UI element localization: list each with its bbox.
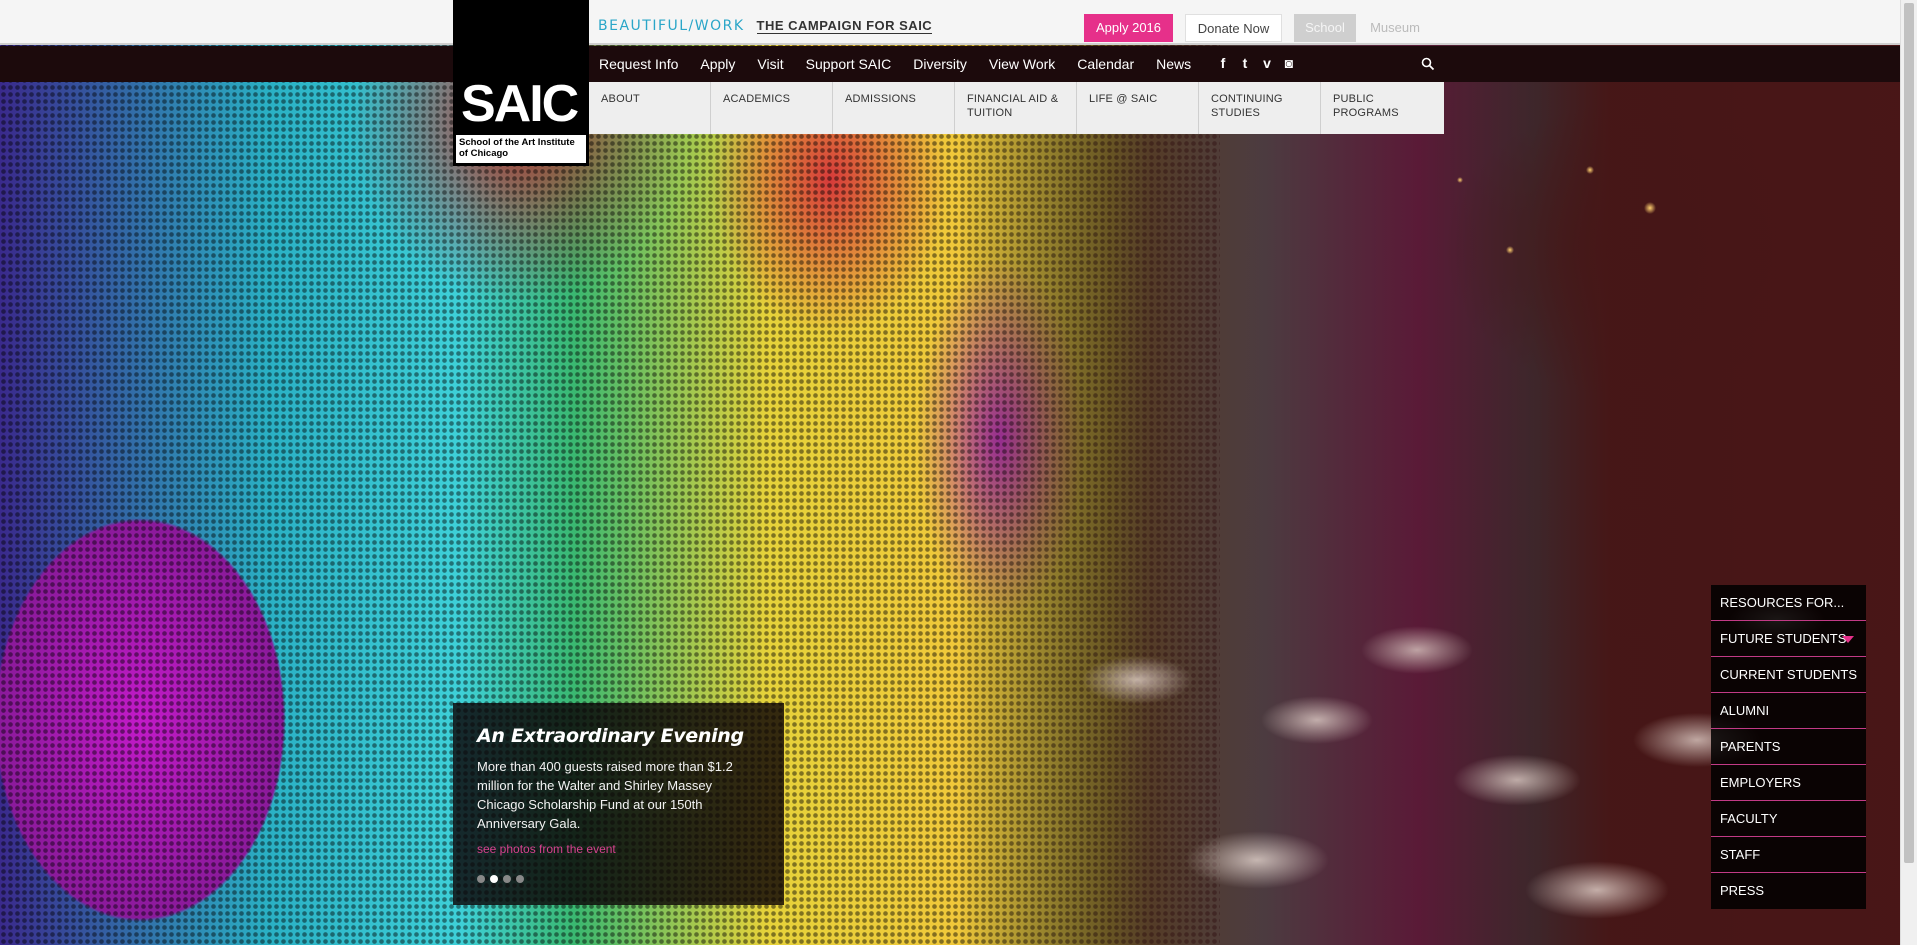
search-icon[interactable] [1421, 57, 1435, 71]
campaign-brand[interactable]: BEAUTIFUL/WORK [598, 18, 745, 34]
resource-faculty[interactable]: FACULTY [1711, 801, 1866, 837]
resource-staff[interactable]: STAFF [1711, 837, 1866, 873]
ceiling-lights [1420, 150, 1720, 310]
resource-future-students[interactable]: FUTURE STUDENTS [1711, 621, 1866, 657]
instagram-icon[interactable]: ◙ [1282, 55, 1296, 71]
feature-card: An Extraordinary Evening More than 400 g… [453, 703, 784, 905]
resources-panel: RESOURCES FOR... FUTURE STUDENTS CURRENT… [1711, 585, 1866, 909]
saic-logo[interactable]: SAIC School of the Art Institute of Chic… [453, 0, 589, 166]
nav-view-work[interactable]: View Work [989, 56, 1055, 72]
scrollbar-thumb[interactable] [1904, 3, 1914, 863]
resource-label: FUTURE STUDENTS [1720, 631, 1847, 646]
scrollbar[interactable] [1900, 0, 1917, 945]
feature-link[interactable]: see photos from the event [477, 842, 760, 856]
resources-heading: RESOURCES FOR... [1711, 585, 1866, 621]
school-switch[interactable]: School [1294, 14, 1356, 42]
nav-request-info[interactable]: Request Info [599, 56, 678, 72]
section-tabs: About Academics Admissions Financial Aid… [589, 82, 1444, 134]
resource-press[interactable]: PRESS [1711, 873, 1866, 909]
resource-parents[interactable]: PARENTS [1711, 729, 1866, 765]
chevron-down-icon [1842, 636, 1854, 643]
campaign-link[interactable]: THE CAMPAIGN FOR SAIC [756, 18, 933, 34]
tab-financial-aid[interactable]: Financial Aid & Tuition [955, 82, 1077, 134]
facebook-icon[interactable]: f [1216, 55, 1230, 71]
hero-image [0, 0, 1917, 945]
nav-news[interactable]: News [1156, 56, 1191, 72]
apply-button[interactable]: Apply 2016 [1084, 14, 1173, 42]
tab-academics[interactable]: Academics [711, 82, 833, 134]
tab-public-programs[interactable]: Public Programs [1321, 82, 1444, 134]
tab-admissions[interactable]: Admissions [833, 82, 955, 134]
donate-button[interactable]: Donate Now [1185, 14, 1282, 42]
nav-apply[interactable]: Apply [700, 56, 735, 72]
nav-visit[interactable]: Visit [757, 56, 783, 72]
campaign-banner[interactable]: BEAUTIFUL/WORK THE CAMPAIGN FOR SAIC [598, 18, 933, 34]
slide-dot-active[interactable] [490, 875, 498, 883]
twitter-icon[interactable]: t [1238, 55, 1252, 71]
resource-alumni[interactable]: ALUMNI [1711, 693, 1866, 729]
nav-links: Request Info Apply Visit Support SAIC Di… [599, 46, 1191, 82]
utility-bar: BEAUTIFUL/WORK THE CAMPAIGN FOR SAIC App… [0, 0, 1917, 45]
main-nav: Request Info Apply Visit Support SAIC Di… [0, 46, 1917, 82]
resource-employers[interactable]: EMPLOYERS [1711, 765, 1866, 801]
resource-current-students[interactable]: CURRENT STUDENTS [1711, 657, 1866, 693]
slide-dot[interactable] [503, 875, 511, 883]
logo-wordmark: SAIC [461, 75, 579, 133]
slide-dot[interactable] [516, 875, 524, 883]
tab-about[interactable]: About [589, 82, 711, 134]
museum-switch[interactable]: Museum [1362, 14, 1428, 42]
slide-dot[interactable] [477, 875, 485, 883]
social-links: f t v ◙ [1216, 55, 1296, 71]
nav-calendar[interactable]: Calendar [1077, 56, 1134, 72]
tab-continuing-studies[interactable]: Continuing Studies [1199, 82, 1321, 134]
logo-subtitle: School of the Art Institute of Chicago [456, 135, 586, 163]
slide-dots [477, 875, 524, 883]
nav-diversity[interactable]: Diversity [913, 56, 967, 72]
feature-body: More than 400 guests raised more than $1… [477, 759, 733, 831]
feature-title: An Extraordinary Evening [477, 725, 744, 747]
vimeo-icon[interactable]: v [1260, 55, 1274, 71]
tab-life-at-saic[interactable]: Life @ SAIC [1077, 82, 1199, 134]
nav-support[interactable]: Support SAIC [806, 56, 892, 72]
